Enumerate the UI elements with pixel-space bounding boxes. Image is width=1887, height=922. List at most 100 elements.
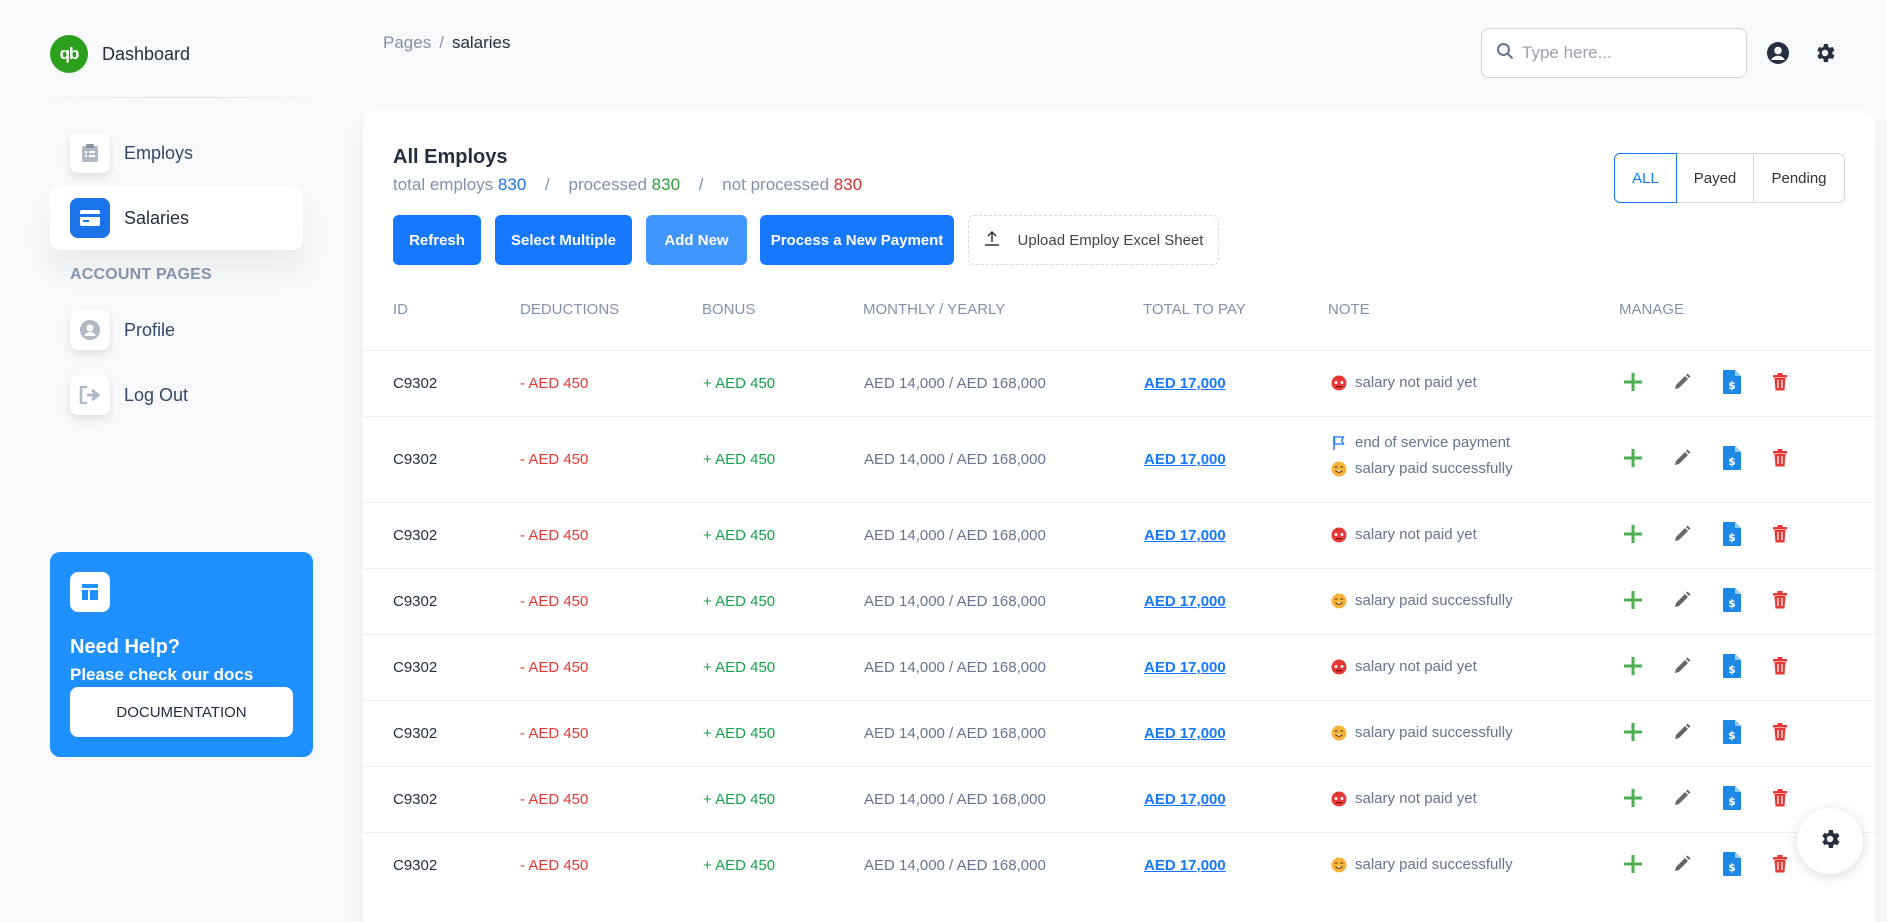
trash-button[interactable] [1768, 788, 1792, 812]
cell-total-to-pay[interactable]: AED 17,000 [1144, 374, 1226, 394]
sidebar-item-label: Profile [124, 319, 176, 340]
cell-bonus: + AED 450 [703, 451, 776, 468]
invoice-icon: $ [1722, 369, 1742, 400]
pencil-button[interactable] [1670, 590, 1694, 614]
plus-button[interactable] [1621, 788, 1645, 812]
pencil-button[interactable] [1670, 722, 1694, 746]
sidebar-item-logout[interactable]: Log Out [50, 363, 303, 427]
filter-payed[interactable]: Payed [1676, 153, 1754, 203]
trash-button[interactable] [1768, 372, 1792, 396]
section-label: ACCOUNT PAGES [70, 266, 212, 283]
note-text: salary not paid yet [1355, 526, 1477, 543]
cell-total-to-pay[interactable]: AED 17,000 [1144, 790, 1226, 810]
trash-icon [1772, 854, 1788, 878]
sidebar-item-profile[interactable]: Profile [50, 298, 303, 362]
pencil-button[interactable] [1670, 524, 1694, 548]
cell-monthly-yearly: AED 14,000 / AED 168,000 [864, 659, 1046, 676]
invoice-button[interactable]: $ [1720, 719, 1744, 746]
add-new-button[interactable]: Add New [646, 215, 747, 265]
documentation-button[interactable]: DOCUMENTATION [70, 687, 293, 737]
note-text: end of service payment [1355, 434, 1511, 451]
employ-stats: total employs 830 / processed 830 / not … [393, 175, 862, 195]
invoice-icon: $ [1722, 851, 1742, 882]
invoice-button[interactable]: $ [1720, 521, 1744, 548]
trash-button[interactable] [1768, 854, 1792, 878]
pencil-button[interactable] [1670, 854, 1694, 878]
trash-button[interactable] [1768, 656, 1792, 680]
table-row[interactable]: C9302 - AED 450 + AED 450 AED 14,000 / AED … [363, 416, 1875, 502]
trash-icon [1772, 656, 1788, 680]
cell-id: C9302 [393, 375, 438, 392]
trash-button[interactable] [1768, 590, 1792, 614]
plus-button[interactable] [1621, 524, 1645, 548]
pencil-button[interactable] [1670, 656, 1694, 680]
invoice-button[interactable]: $ [1720, 851, 1744, 878]
pencil-icon [1672, 788, 1692, 813]
invoice-button[interactable]: $ [1720, 369, 1744, 396]
note-text: salary paid successfully [1355, 460, 1513, 477]
cell-total-to-pay[interactable]: AED 17,000 [1144, 658, 1226, 678]
cell-deductions: - AED 450 [520, 593, 589, 610]
select-multiple-button[interactable]: Select Multiple [495, 215, 632, 265]
settings-icon [1818, 827, 1842, 856]
invoice-button[interactable]: $ [1720, 653, 1744, 680]
invoice-button[interactable]: $ [1720, 785, 1744, 812]
breadcrumb-root[interactable]: Pages [383, 33, 431, 52]
layout-icon [70, 572, 110, 612]
pencil-button[interactable] [1670, 788, 1694, 812]
invoice-button[interactable]: $ [1720, 587, 1744, 614]
cell-total-to-pay[interactable]: AED 17,000 [1144, 592, 1226, 612]
cell-bonus: + AED 450 [703, 593, 776, 610]
table-row[interactable]: C9302 - AED 450 + AED 450 AED 14,000 / AED … [363, 634, 1875, 700]
invoice-button[interactable]: $ [1720, 445, 1744, 472]
upload-excel-button[interactable]: Upload Employ Excel Sheet [968, 215, 1219, 265]
table-row[interactable]: C9302 - AED 450 + AED 450 AED 14,000 / AED … [363, 568, 1875, 634]
page-title: All Employs [393, 146, 508, 168]
brand[interactable]: qb Dashboard [50, 35, 190, 73]
table-row[interactable]: C9302 - AED 450 + AED 450 AED 14,000 / AED … [363, 700, 1875, 766]
plus-button[interactable] [1621, 590, 1645, 614]
cell-total-to-pay[interactable]: AED 17,000 [1144, 724, 1226, 744]
plus-button[interactable] [1621, 656, 1645, 680]
sidebar-item-label: Log Out [124, 384, 189, 405]
cell-total-to-pay[interactable]: AED 17,000 [1144, 526, 1226, 546]
cell-total-to-pay[interactable]: AED 17,000 [1144, 450, 1226, 470]
filter-pending[interactable]: Pending [1753, 153, 1845, 203]
trash-button[interactable] [1768, 448, 1792, 472]
plus-button[interactable] [1621, 372, 1645, 396]
cell-monthly-yearly: AED 14,000 / AED 168,000 [864, 857, 1046, 874]
pencil-button[interactable] [1670, 448, 1694, 472]
plus-button[interactable] [1621, 722, 1645, 746]
cell-monthly-yearly: AED 14,000 / AED 168,000 [864, 527, 1046, 544]
filter-all[interactable]: ALL [1614, 153, 1677, 203]
floating-settings-button[interactable] [1797, 808, 1863, 874]
table-row[interactable]: C9302 - AED 450 + AED 450 AED 14,000 / AED … [363, 350, 1875, 416]
brand-logo: qb [50, 35, 88, 73]
refresh-button[interactable]: Refresh [393, 215, 481, 265]
invoice-icon: $ [1722, 587, 1742, 618]
search-input[interactable] [1522, 43, 1722, 63]
cell-deductions: - AED 450 [520, 527, 589, 544]
account-icon[interactable] [1766, 41, 1790, 65]
svg-text:$: $ [1728, 795, 1736, 808]
trash-button[interactable] [1768, 722, 1792, 746]
sidebar: qb Dashboard Employs Salaries ACCOUNT PA… [0, 0, 330, 922]
table-row[interactable]: C9302 - AED 450 + AED 450 AED 14,000 / AED … [363, 502, 1875, 568]
stat-not-processed-label: not processed [722, 175, 830, 194]
cell-id: C9302 [393, 593, 438, 610]
plus-button[interactable] [1621, 854, 1645, 878]
sidebar-item-salaries[interactable]: Salaries [50, 186, 303, 250]
table-row[interactable]: C9302 - AED 450 + AED 450 AED 14,000 / AED … [363, 832, 1875, 898]
settings-icon[interactable] [1813, 41, 1837, 65]
cell-deductions: - AED 450 [520, 375, 589, 392]
search-box[interactable] [1481, 28, 1747, 78]
plus-button[interactable] [1621, 448, 1645, 472]
table-row[interactable]: C9302 - AED 450 + AED 450 AED 14,000 / AED … [363, 766, 1875, 832]
sidebar-item-employs[interactable]: Employs [50, 121, 303, 185]
pencil-button[interactable] [1670, 372, 1694, 396]
cell-total-to-pay[interactable]: AED 17,000 [1144, 856, 1226, 876]
process-payment-button[interactable]: Process a New Payment [760, 215, 954, 265]
trash-button[interactable] [1768, 524, 1792, 548]
plus-icon [1622, 787, 1644, 814]
svg-text:$: $ [1728, 597, 1736, 610]
